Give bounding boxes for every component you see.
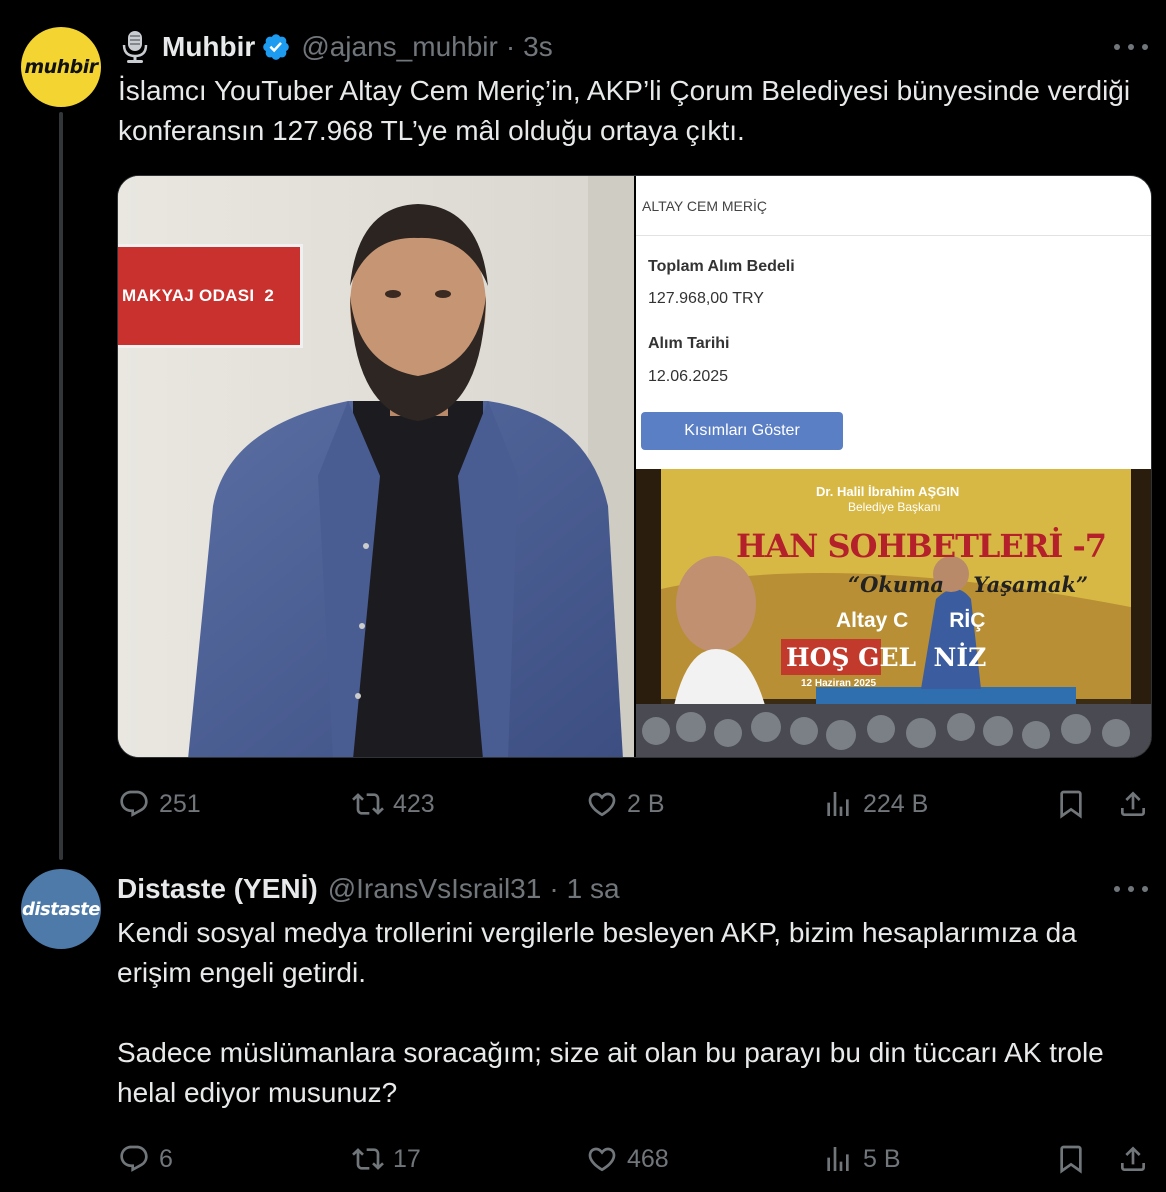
share-icon — [1121, 1146, 1145, 1171]
tweet-text: Kendi sosyal medya trollerini vergilerle… — [117, 917, 1104, 1108]
document-header: ALTAY CEM MERİÇ — [636, 176, 1151, 236]
separator-dot: · — [505, 31, 516, 62]
purchase-date-label: Alım Tarihi — [648, 335, 730, 352]
event-host-title: Belediye Başkanı — [848, 500, 941, 514]
thread-connector-line — [59, 112, 63, 860]
views-icon — [827, 792, 849, 816]
event-date: 12 Haziran 2025 — [801, 678, 877, 689]
display-name[interactable]: Distaste (YENİ) — [117, 873, 318, 905]
share-icon — [1121, 791, 1145, 816]
like-count: 2 B — [627, 789, 665, 818]
event-host-name: Dr. Halil İbrahim AŞGIN — [816, 484, 960, 499]
view-count: 224 B — [863, 789, 929, 818]
view-count: 5 B — [863, 1144, 901, 1173]
avatar-muhbir[interactable]: muhbir — [21, 27, 101, 107]
room-sign: MAKYAJ ODASI 2 — [118, 244, 303, 348]
like-button[interactable]: 2 B — [586, 784, 665, 824]
document-title: ALTAY CEM MERİÇ — [642, 197, 767, 214]
views-button[interactable]: 224 B — [822, 784, 928, 824]
tweet-media[interactable]: MAKYAJ ODASI 2 ALTAY CEM MERİÇ Toplam Al… — [117, 175, 1152, 758]
total-amount-value: 127.968,00 TRY — [648, 290, 764, 307]
event-subtitle: “Okuma Yaşamak” — [848, 572, 1089, 597]
bookmark-button[interactable] — [1055, 784, 1087, 824]
share-button[interactable] — [1117, 1139, 1149, 1179]
display-name[interactable]: Muhbir — [162, 31, 255, 63]
tweet-header: Muhbir @ajans_muhbir · 3s — [120, 28, 553, 66]
views-button[interactable]: 5 B — [822, 1139, 901, 1179]
like-count: 468 — [627, 1144, 669, 1173]
tweet-actions: 251 423 2 B 224 B — [0, 784, 1166, 824]
like-icon — [588, 792, 616, 817]
tweet-text: İslamcı YouTuber Altay Cem Meriç’in, AKP… — [118, 75, 1138, 146]
total-amount-label: Toplam Alım Bedeli — [648, 258, 795, 275]
more-icon[interactable] — [1114, 884, 1148, 894]
room-sign-text: MAKYAJ ODASI 2 — [122, 286, 275, 305]
share-button[interactable] — [1117, 784, 1149, 824]
avatar-distaste-logo-text: distaste — [21, 898, 101, 920]
avatar-muhbir-logo-text: muhbir — [24, 56, 98, 78]
event-title: HAN SOHBETLERİ -7 — [736, 527, 1107, 565]
event-welcome: HOŞ GEL NİZ — [786, 643, 987, 672]
reply-icon — [120, 1145, 148, 1172]
timestamp[interactable]: 1 sa — [567, 873, 620, 905]
purchase-date-value: 12.06.2025 — [648, 368, 729, 385]
repost-button[interactable]: 423 — [352, 784, 435, 824]
views-icon — [827, 1147, 849, 1171]
reply-button[interactable]: 251 — [118, 784, 201, 824]
user-handle[interactable]: @ajans_muhbir — [301, 31, 498, 63]
avatar-distaste[interactable]: distaste — [21, 869, 101, 949]
like-button[interactable]: 468 — [586, 1139, 669, 1179]
repost-icon — [352, 793, 384, 815]
repost-button[interactable]: 17 — [352, 1139, 421, 1179]
show-parts-button: Kısımları Göster — [641, 412, 843, 450]
reply-count: 251 — [159, 789, 201, 818]
separator-dot: · — [549, 873, 559, 904]
reply-icon — [120, 790, 148, 817]
repost-count: 423 — [393, 789, 435, 818]
media-photo-portrait[interactable]: MAKYAJ ODASI 2 — [118, 176, 634, 757]
bookmark-button[interactable] — [1055, 1139, 1087, 1179]
reply-count: 6 — [159, 1144, 173, 1173]
more-icon[interactable] — [1114, 42, 1148, 52]
bookmark-icon — [1060, 1145, 1082, 1174]
tweet-actions: 6 17 468 5 B — [0, 1139, 1166, 1179]
repost-count: 17 — [393, 1144, 421, 1173]
like-icon — [588, 1147, 616, 1172]
media-photo-document[interactable]: ALTAY CEM MERİÇ Toplam Alım Bedeli 127.9… — [636, 176, 1151, 757]
microphone-icon — [122, 31, 148, 63]
repost-icon — [352, 1148, 384, 1170]
user-handle[interactable]: @IransVsIsrail31 — [328, 873, 542, 905]
reply-button[interactable]: 6 — [118, 1139, 173, 1179]
timestamp[interactable]: 3s — [523, 31, 553, 63]
event-photo: Dr. Halil İbrahim AŞGIN Belediye Başkanı… — [636, 469, 1151, 757]
verified-badge-icon — [263, 34, 290, 60]
event-speaker: Altay C RİÇ — [836, 609, 986, 632]
bookmark-icon — [1060, 790, 1082, 819]
tweet-header: Distaste (YENİ) @IransVsIsrail31 · 1 sa — [117, 870, 620, 908]
